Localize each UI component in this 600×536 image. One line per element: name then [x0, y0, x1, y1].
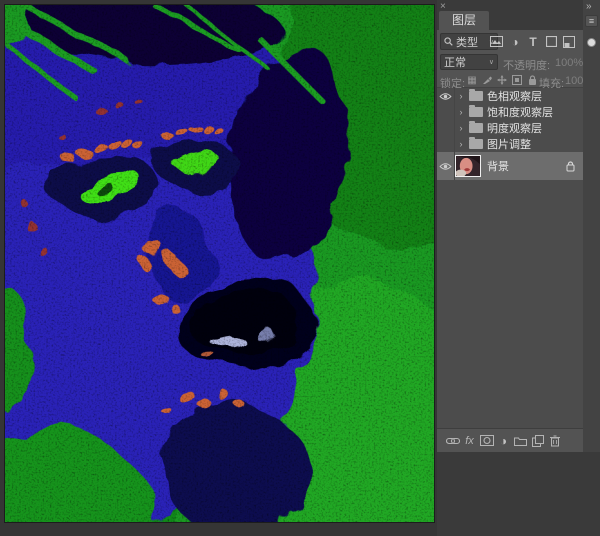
layer-style-fx-icon[interactable]: fx	[462, 433, 477, 448]
add-layer-mask-icon[interactable]	[479, 433, 494, 448]
twist-arrow-icon[interactable]: ›	[455, 107, 467, 117]
document-canvas[interactable]	[4, 4, 435, 523]
layer-row-background[interactable]: 背景	[437, 152, 583, 180]
layer-row-image-adjust[interactable]: › 图片调整	[437, 136, 583, 152]
lock-icon	[566, 161, 575, 172]
layer-row-saturation-observe[interactable]: › 饱和度观察层	[437, 104, 583, 120]
layer-controls: 类型 ∨ ◑ T 正常	[437, 30, 583, 88]
eye-icon	[439, 92, 452, 101]
blend-mode-dropdown[interactable]: 正常 ∨	[440, 54, 498, 70]
layers-panel: × 图层 类型 ∨ ◑	[437, 0, 600, 452]
lock-transparent-pixels-icon[interactable]: ▦	[465, 73, 479, 87]
group-folder-icon	[469, 91, 483, 101]
filter-type-layers-icon[interactable]: T	[525, 34, 541, 49]
photoshop-window: × 图层 类型 ∨ ◑	[0, 0, 600, 536]
layer-name[interactable]: 明度观察层	[487, 120, 542, 136]
visibility-toggle[interactable]	[437, 88, 455, 104]
group-folder-icon	[469, 107, 483, 117]
panel-bottom-bar: fx ◑	[437, 428, 583, 452]
twist-arrow-icon[interactable]: ›	[455, 139, 467, 149]
layer-name[interactable]: 图片调整	[487, 136, 531, 152]
canvas-area	[0, 0, 437, 536]
layer-thumbnail[interactable]	[455, 155, 481, 177]
group-folder-icon	[469, 139, 483, 149]
delete-layer-icon[interactable]	[547, 433, 562, 448]
opacity-label: 不透明度:	[503, 57, 550, 73]
lock-position-icon[interactable]	[495, 73, 509, 87]
layer-filter-toggle[interactable]	[587, 38, 596, 47]
posterized-portrait-image	[5, 5, 434, 522]
layer-name[interactable]: 饱和度观察层	[487, 104, 553, 120]
visibility-toggle[interactable]	[437, 104, 455, 120]
collapse-panel-icon[interactable]: »	[586, 1, 591, 12]
layer-row-lightness-observe[interactable]: › 明度观察层	[437, 120, 583, 136]
visibility-toggle[interactable]	[437, 136, 455, 152]
eye-icon	[439, 162, 452, 171]
panel-tab-bar: × 图层	[437, 0, 583, 30]
link-layers-icon[interactable]	[445, 433, 460, 448]
panel-right-band: » ≡	[583, 0, 600, 452]
blend-mode-value: 正常	[444, 54, 466, 70]
opacity-value[interactable]: 100%	[555, 57, 583, 69]
visibility-toggle[interactable]	[437, 152, 455, 180]
filter-adjustment-layers-icon[interactable]: ◑	[507, 34, 523, 49]
new-layer-icon[interactable]	[530, 433, 545, 448]
search-icon	[444, 37, 453, 46]
panel-menu-icon[interactable]: ≡	[585, 15, 598, 27]
chevron-down-icon: ∨	[489, 58, 494, 66]
filter-pixel-layers-icon[interactable]	[488, 34, 504, 49]
tab-layers[interactable]: 图层	[439, 11, 489, 30]
filter-type-label: 类型	[456, 34, 478, 50]
layer-list: › 色相观察层 › 饱和度观察层 › 明度观察层	[437, 88, 583, 428]
twist-arrow-icon[interactable]: ›	[455, 91, 467, 101]
visibility-toggle[interactable]	[437, 120, 455, 136]
new-group-icon[interactable]	[513, 433, 528, 448]
layer-name[interactable]: 色相观察层	[487, 88, 542, 104]
filter-smart-objects-icon[interactable]	[561, 34, 577, 49]
twist-arrow-icon[interactable]: ›	[455, 123, 467, 133]
group-folder-icon	[469, 123, 483, 133]
layer-name[interactable]: 背景	[487, 158, 509, 174]
lock-all-icon[interactable]	[525, 73, 539, 87]
lock-image-pixels-icon[interactable]	[480, 73, 494, 87]
panel-dock: × 图层 类型 ∨ ◑	[437, 0, 600, 536]
lock-artboard-nesting-icon[interactable]	[510, 73, 524, 87]
new-adjustment-layer-icon[interactable]: ◑	[496, 433, 511, 448]
filter-shape-layers-icon[interactable]	[543, 34, 559, 49]
layer-row-hue-observe[interactable]: › 色相观察层	[437, 88, 583, 104]
